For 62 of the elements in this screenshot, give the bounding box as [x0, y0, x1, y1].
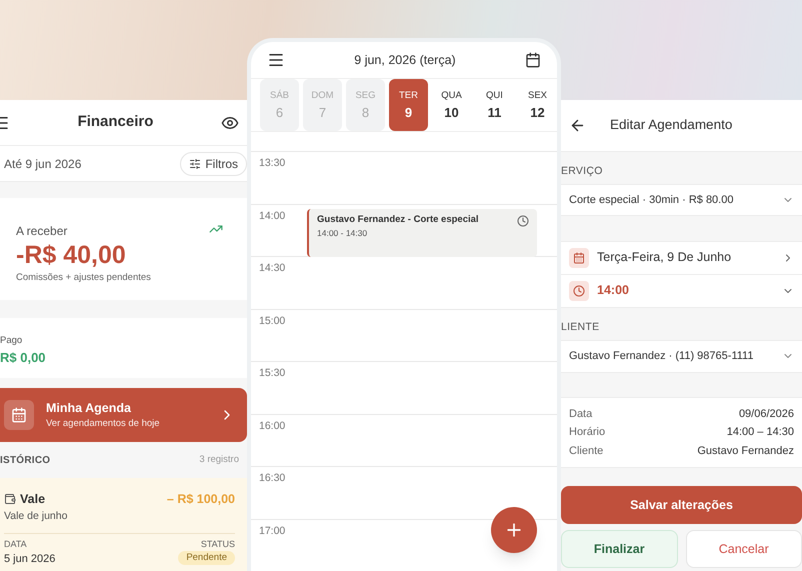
client-select[interactable]: Gustavo Fernandez · (11) 98765-1111: [561, 340, 802, 372]
wallet-icon: [4, 493, 16, 506]
time-label: 17:00: [259, 524, 286, 538]
entry-amount: – R$ 100,00: [166, 491, 235, 508]
time-label: 15:00: [259, 314, 286, 328]
time-label: 16:30: [259, 471, 286, 486]
calendar-icon[interactable]: [524, 52, 541, 68]
calendar-icon: [4, 400, 34, 430]
summary-label: Horário: [569, 425, 606, 440]
entry-title: Vale: [20, 491, 46, 508]
screen-title: Financeiro: [78, 112, 154, 132]
appointment-block[interactable]: Gustavo Fernandez - Corte especial 14:00 - 14:30: [307, 208, 537, 256]
section-heading: ISTÓRICO: [0, 453, 50, 468]
summary-value: Gustavo Fernandez: [697, 444, 794, 458]
agenda-banner[interactable]: Minha Agenda Ver agendamentos de hoje: [0, 388, 247, 442]
entry-date: 5 jun 2026: [4, 552, 56, 567]
time-label: 13:30: [259, 156, 286, 171]
save-button[interactable]: Salvar alterações: [561, 486, 802, 524]
summary-value: 14:00 – 14:30: [726, 425, 794, 440]
cancel-button[interactable]: Cancelar: [686, 530, 802, 568]
card-label: Pago: [0, 334, 24, 348]
clock-icon: [517, 214, 529, 226]
card-note: Comissões + ajustes pendentes: [16, 271, 152, 286]
day-tab[interactable]: SEX 12: [518, 79, 557, 132]
banner-title: Minha Agenda: [46, 400, 132, 417]
date-value: Terça-Feira, 9 De Junho: [597, 249, 732, 266]
date-title: 9 jun, 2026 (terça): [354, 52, 456, 69]
time-label: 16:00: [259, 418, 286, 434]
clock-icon: [569, 280, 589, 301]
time-label: 14:30: [259, 261, 286, 276]
screen-title: Editar Agendamento: [610, 116, 732, 134]
time-row[interactable]: 14:00: [561, 274, 802, 307]
receivable-amount: -R$ 40,00: [16, 240, 127, 271]
back-arrow-icon[interactable]: [569, 117, 586, 134]
summary-value: 09/06/2026: [738, 406, 794, 422]
day-tab[interactable]: TER 9: [389, 79, 428, 132]
sliders-icon: [189, 158, 202, 170]
appointment-time: 14:00 - 14:30: [317, 226, 368, 240]
time-value: 14:00: [597, 282, 630, 300]
summary-label: Data: [569, 406, 592, 422]
status-badge: Pendente: [178, 551, 235, 566]
card-label: A receber: [16, 223, 68, 240]
entry-description: Vale de junho: [4, 508, 68, 524]
time-label: 14:00: [259, 208, 286, 224]
period-label: Até 9 jun 2026: [3, 156, 82, 172]
add-button[interactable]: [491, 507, 537, 553]
service-select[interactable]: Corte especial · 30min · R$ 80.00: [561, 184, 802, 216]
field-label: DATA: [4, 538, 28, 550]
day-tab[interactable]: QUA 10: [432, 79, 471, 132]
appointment-title: Gustavo Fernandez - Corte especial: [317, 212, 479, 226]
section-label: ERVIÇO: [561, 164, 604, 179]
calendar-icon: [569, 248, 589, 268]
time-label: 15:30: [259, 366, 286, 381]
record-count: 3 registro: [199, 452, 239, 467]
summary-label: Cliente: [569, 444, 604, 458]
field-label: STATUS: [200, 538, 235, 550]
day-tab[interactable]: QUI 11: [475, 79, 514, 132]
section-label: LIENTE: [561, 320, 600, 335]
paid-amount: R$ 0,00: [0, 349, 47, 368]
banner-subtitle: Ver agendamentos de hoje: [46, 417, 161, 432]
finish-button[interactable]: Finalizar: [561, 530, 678, 568]
date-row[interactable]: Terça-Feira, 9 De Junho: [561, 242, 802, 275]
